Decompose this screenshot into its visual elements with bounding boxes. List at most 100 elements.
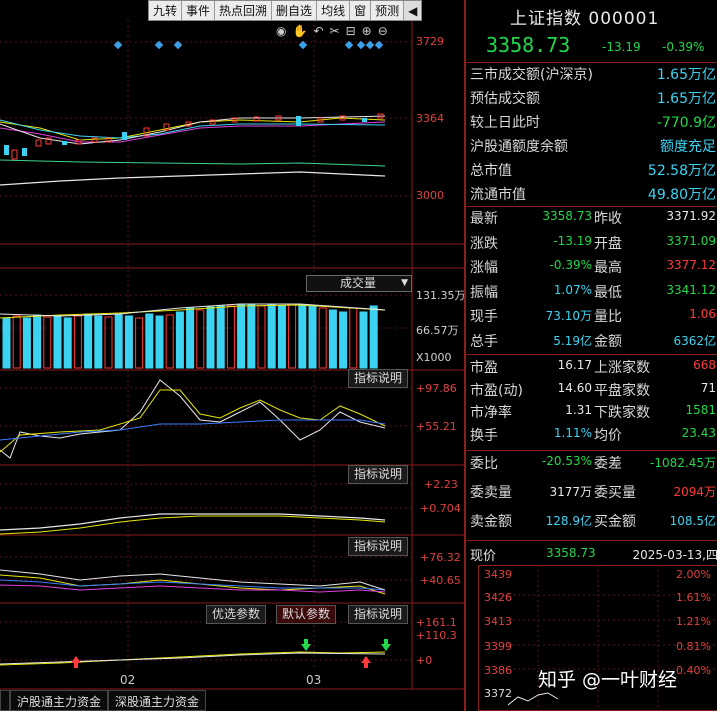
row-value-right: 23.43: [681, 425, 716, 440]
toolbar-hot-review[interactable]: 热点回溯: [215, 1, 273, 20]
indicator-3-help-button[interactable]: 指标说明: [348, 537, 409, 556]
tab-hk-north-sh[interactable]: 沪股通主力资金: [10, 690, 109, 711]
row-value-right: 6362亿: [673, 333, 716, 348]
row-key: 流通市值: [470, 187, 526, 203]
volume-bar: [22, 317, 31, 369]
row-key-left: 总手: [470, 333, 498, 350]
indicator-4-label-mid: +110.3: [416, 629, 457, 642]
row-key-left: 振幅: [470, 284, 498, 301]
volume-bar: [328, 309, 337, 369]
indicator-3-label-top: +76.32: [420, 551, 461, 564]
zoom-in-icon[interactable]: ⊕: [362, 24, 378, 38]
row-value-left: 3177万: [549, 485, 592, 499]
volume-bar: [145, 313, 154, 369]
price-label-low: 3000: [416, 189, 444, 202]
row-value-left: 1.11%: [553, 425, 592, 440]
undo-icon[interactable]: ↶: [313, 24, 329, 38]
mini-chart-header: 现价 3358.73 2025-03-13,四: [470, 545, 717, 564]
mini-left-label-5: 3372: [484, 687, 512, 700]
row-value: 49.80万亿: [647, 187, 716, 203]
volume-bar: [369, 305, 378, 369]
order-row: 委比 -20.53% 委差 -1082.45万: [470, 451, 717, 475]
volume-bar: [318, 307, 327, 369]
row-key-left: 市净率: [470, 405, 512, 421]
toolbar-moving-average[interactable]: 均线: [317, 1, 351, 20]
row-key-right: 量比: [594, 309, 622, 325]
row-value-right: 3371.09: [666, 233, 716, 248]
default-params-button[interactable]: 默认参数: [276, 605, 337, 624]
row-key-right: 下跌家数: [594, 405, 650, 421]
row-value-right: 71: [700, 380, 716, 395]
quote-row: 涨跌 -13.19 开盘 3371.09: [470, 231, 717, 255]
quote-row: 振幅 1.07% 最低 3341.12: [470, 280, 717, 304]
x-axis-label-feb: 02: [120, 673, 136, 687]
volume-dropdown[interactable]: 成交量 ▼: [306, 275, 412, 292]
mini-right-label-2: 1.21%: [676, 615, 711, 628]
volume-bar: [175, 311, 184, 369]
price-label-mid: 3364: [416, 112, 444, 125]
row-value: 1.65万亿: [656, 91, 716, 107]
volume-bar: [114, 314, 123, 369]
row-key-right: 委买量: [594, 485, 636, 501]
stat-row: 换手 1.11% 均价 23.43: [470, 423, 717, 447]
eye-icon[interactable]: ◉: [276, 24, 292, 38]
volume-bar: [339, 311, 348, 369]
mini-left-label-1: 3426: [484, 591, 512, 604]
volume-bar: [277, 305, 286, 369]
row-key-left: 委卖量: [470, 485, 512, 501]
row-value-right: 3377.12: [666, 258, 716, 272]
row-value-left: 16.17: [557, 358, 592, 372]
volume-bar: [308, 305, 317, 369]
indicator-1-label-top: +97.86: [416, 382, 457, 395]
volume-bar: [33, 314, 42, 369]
row-key-left: 委比: [470, 456, 498, 472]
row-key-left: 现手: [470, 309, 498, 325]
mini-left-label-3: 3399: [484, 640, 512, 653]
market-row: 沪股通额度余额 额度充足: [470, 134, 717, 158]
hand-icon[interactable]: ✋: [292, 24, 313, 38]
row-key-right: 开盘: [594, 235, 622, 252]
market-row: 较上日此时 -770.9亿: [470, 110, 717, 134]
chart-area[interactable]: 九转 事件 热点回溯 删自选 均线 窗 预测 ◀ ◉✋↶✂⊟⊕⊖ 3729 33…: [0, 0, 466, 711]
row-value-right: 108.5亿: [669, 514, 716, 528]
zoom-out-icon[interactable]: ⊖: [378, 24, 394, 38]
volume-bar: [73, 315, 82, 369]
volume-bar: [2, 317, 11, 369]
row-key: 预估成交额: [470, 91, 540, 107]
chart-toolbar: 九转 事件 热点回溯 删自选 均线 窗 预测 ◀: [148, 0, 423, 21]
indicator-2-help-button[interactable]: 指标说明: [348, 465, 409, 484]
indicator-4-help-button[interactable]: 指标说明: [348, 605, 409, 624]
optimized-params-button[interactable]: 优选参数: [206, 605, 267, 624]
row-value: 额度充足: [660, 139, 716, 155]
volume-bar: [359, 311, 368, 369]
lock-icon[interactable]: ⊟: [346, 24, 362, 38]
collapse-icon[interactable]: ◀: [404, 1, 422, 20]
volume-bar: [349, 307, 358, 369]
indicator-2-label-top: +2.23: [424, 478, 458, 491]
tab-hk-north-sz[interactable]: 深股通主力资金: [108, 690, 207, 711]
indicator-1-help-button[interactable]: 指标说明: [348, 369, 409, 388]
volume-bar: [267, 304, 276, 369]
order-row: 卖金额 128.9亿 买金额 108.5亿: [470, 509, 717, 533]
row-value-left: 14.60: [557, 380, 592, 395]
row-value-right: 2094万: [673, 485, 716, 499]
row-key-left: 涨幅: [470, 260, 498, 276]
toolbar-events[interactable]: 事件: [182, 1, 216, 20]
volume-bar: [12, 315, 21, 369]
volume-bar: [226, 305, 235, 369]
volume-bar: [155, 315, 164, 369]
volume-label-mid: 66.57万: [416, 324, 459, 337]
row-key-right: 昨收: [594, 211, 622, 227]
toolbar-forecast[interactable]: 预测: [371, 1, 405, 20]
toolbar-remove-watchlist[interactable]: 删自选: [272, 1, 318, 20]
row-key-right: 均价: [594, 427, 622, 444]
row-key-right: 平盘家数: [594, 382, 650, 399]
row-value-left: 73.10万: [545, 309, 592, 323]
chevron-down-icon: ▼: [401, 278, 408, 288]
volume-bar: [43, 316, 52, 369]
toolbar-jiuzhuan[interactable]: 九转: [149, 1, 183, 20]
tab-blank[interactable]: [0, 690, 10, 711]
scissors-icon[interactable]: ✂: [330, 24, 346, 38]
mini-date: 2025-03-13,四: [632, 548, 717, 562]
toolbar-window[interactable]: 窗: [350, 1, 372, 20]
